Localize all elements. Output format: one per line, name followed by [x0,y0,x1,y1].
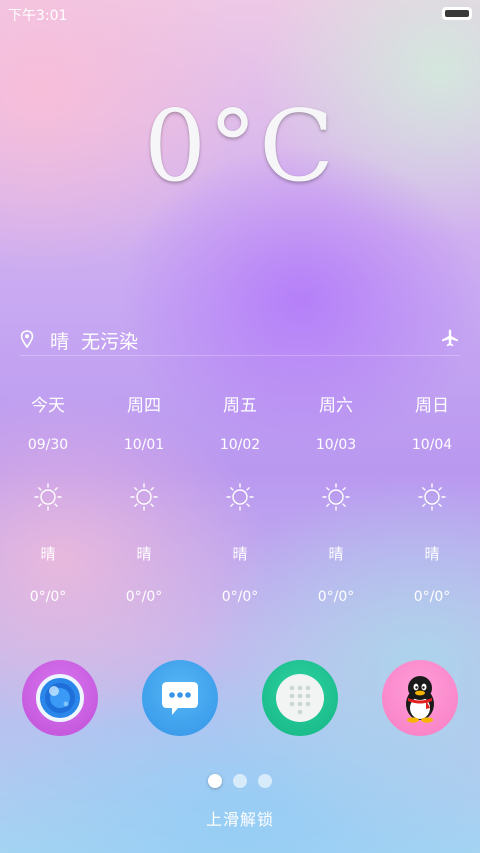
forecast-temp: 0°/0° [317,589,355,605]
forecast-temp: 0°/0° [29,589,67,605]
status-bar: 下午3:01 [0,0,480,28]
forecast-date: 10/02 [219,437,261,453]
forecast-date: 10/01 [123,437,165,453]
sun-icon [418,483,446,511]
dialpad-icon [276,674,324,722]
battery-icon [442,7,472,20]
forecast-date: 10/04 [411,437,453,453]
temperature-display: 0°C [0,90,480,204]
sun-icon [322,483,350,511]
forecast-condition: 晴 [136,545,152,563]
forecast-condition: 晴 [424,545,440,563]
forecast-temp: 0°/0° [221,589,259,605]
sun-icon [226,483,254,511]
messages-app-button[interactable] [142,660,218,736]
forecast-condition: 晴 [232,545,248,563]
forecast-day-name: 周日 [415,396,449,416]
page-indicator [206,774,274,790]
forecast-date: 10/03 [315,437,357,453]
forecast-temp: 0°/0° [125,589,163,605]
page-dot-active[interactable] [208,774,222,788]
dialer-app-button[interactable] [262,660,338,736]
page-dot[interactable] [233,774,247,788]
sun-icon [34,483,62,511]
forecast-day-name: 周五 [223,396,257,416]
sun-icon [130,483,158,511]
location-pin-icon [20,330,34,348]
weather-summary-row[interactable]: 晴 无污染 [20,322,460,356]
current-temperature: 0°C [143,90,337,204]
message-bubble-icon [162,682,198,715]
camera-lens-icon [36,674,84,722]
current-condition: 晴 [50,331,70,353]
page-dot[interactable] [258,774,272,788]
forecast-day-name: 周六 [319,396,353,416]
status-time: 下午3:01 [8,8,68,24]
air-quality: 无污染 [81,331,139,353]
forecast-condition: 晴 [40,545,56,563]
forecast-condition: 晴 [328,545,344,563]
weather-condition-text: 晴 无污染 [50,327,138,354]
swipe-unlock-hint[interactable]: 上滑解锁 [0,806,480,830]
forecast-day-name: 今天 [31,396,65,416]
forecast-panel: 今天 09/30 晴 0°/0° 周四 10/01 晴 0°/0° 周五 10/… [0,385,480,615]
forecast-day-name: 周四 [127,396,161,416]
camera-app-button[interactable] [22,660,98,736]
penguin-icon [406,676,434,723]
forecast-temp: 0°/0° [413,589,451,605]
forecast-date: 09/30 [27,437,69,453]
qq-app-button[interactable] [382,660,458,736]
airplane-icon[interactable] [440,328,460,348]
